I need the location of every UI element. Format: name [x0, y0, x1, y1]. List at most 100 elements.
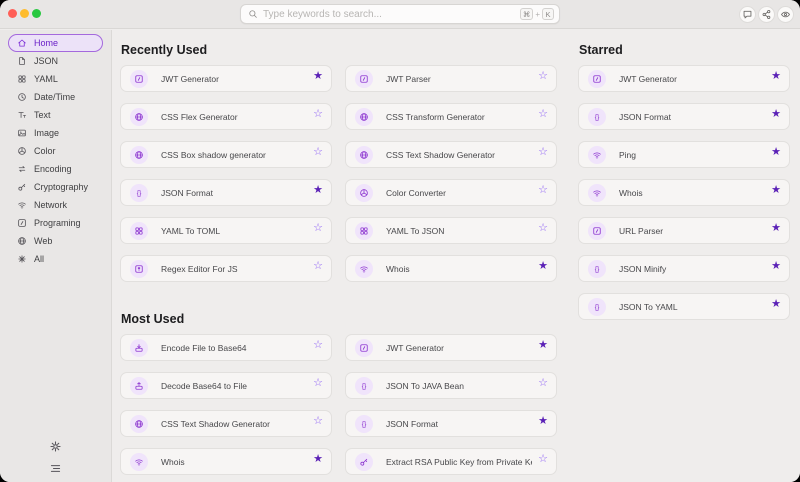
star-outline-toggle[interactable]: ☆	[313, 108, 323, 119]
star-outline-toggle[interactable]: ☆	[538, 146, 548, 157]
tool-card-css-flex-generator[interactable]: CSS Flex Generator ☆	[120, 103, 332, 130]
star-filled-toggle[interactable]: ★	[538, 339, 548, 350]
share-button[interactable]	[758, 6, 775, 23]
tool-card-whois[interactable]: Whois ★	[345, 255, 557, 282]
tool-card-jwt-parser[interactable]: JWT Parser ☆	[345, 65, 557, 92]
tool-card-ping[interactable]: Ping ★	[578, 141, 790, 168]
sidebar-item-color[interactable]: Color	[8, 142, 103, 160]
tool-card-yaml-to-toml[interactable]: YAML To TOML ☆	[120, 217, 332, 244]
tool-icon-badge	[355, 184, 373, 202]
tool-icon-badge	[130, 70, 148, 88]
tool-card-jwt-generator[interactable]: JWT Generator ★	[345, 334, 557, 361]
star-filled-toggle[interactable]: ★	[771, 146, 781, 157]
recently-used-grid: JWT Generator ★ CSS Flex Generator ☆ CSS	[120, 65, 557, 282]
wifi-icon	[134, 457, 144, 467]
star-filled-toggle[interactable]: ★	[313, 453, 323, 464]
menu-button[interactable]	[49, 462, 62, 475]
star-outline-toggle[interactable]: ☆	[313, 339, 323, 350]
tool-icon-badge	[130, 260, 148, 278]
star-outline-toggle[interactable]: ☆	[538, 453, 548, 464]
star-filled-toggle[interactable]: ★	[313, 70, 323, 81]
tool-card-jwt-generator[interactable]: JWT Generator ★	[578, 65, 790, 92]
star-outline-toggle[interactable]: ☆	[538, 222, 548, 233]
svg-text:{}: {}	[362, 383, 367, 390]
star-filled-toggle[interactable]: ★	[538, 415, 548, 426]
tool-icon-badge	[130, 453, 148, 471]
tool-card-css-text-shadow-generator[interactable]: CSS Text Shadow Generator ☆	[345, 141, 557, 168]
tool-icon-badge	[355, 70, 373, 88]
sidebar-item-text[interactable]: Text	[8, 106, 103, 124]
yaml-grid-icon	[359, 226, 369, 236]
sidebar-item-json[interactable]: JSON	[8, 52, 103, 70]
star-outline-toggle[interactable]: ☆	[313, 415, 323, 426]
sidebar-footer	[0, 440, 111, 482]
wifi-icon	[592, 188, 602, 198]
tool-card-json-minify[interactable]: {} JSON Minify ★	[578, 255, 790, 282]
star-outline-toggle[interactable]: ☆	[313, 222, 323, 233]
tool-card-extract-rsa-public-key-from-private-key[interactable]: Extract RSA Public Key from Private Key …	[345, 448, 557, 475]
feedback-button[interactable]	[739, 6, 756, 23]
tool-card-css-text-shadow-generator[interactable]: CSS Text Shadow Generator ☆	[120, 410, 332, 437]
tool-card-regex-editor-for-js[interactable]: Regex Editor For JS ☆	[120, 255, 332, 282]
star-filled-toggle[interactable]: ★	[313, 184, 323, 195]
sidebar-item-programing[interactable]: Programing	[8, 214, 103, 232]
tool-card-encode-file-to-base64[interactable]: Encode File to Base64 ☆	[120, 334, 332, 361]
sidebar-item-home[interactable]: Home	[8, 34, 103, 52]
tool-card-json-format[interactable]: {} JSON Format ★	[345, 410, 557, 437]
tool-card-decode-base64-to-file[interactable]: Decode Base64 to File ☆	[120, 372, 332, 399]
tool-card-whois[interactable]: Whois ★	[578, 179, 790, 206]
tool-card-jwt-generator[interactable]: JWT Generator ★	[120, 65, 332, 92]
tool-card-whois[interactable]: Whois ★	[120, 448, 332, 475]
tool-card-color-converter[interactable]: Color Converter ☆	[345, 179, 557, 206]
tool-card-json-format[interactable]: {} JSON Format ★	[120, 179, 332, 206]
zoom-button[interactable]	[32, 9, 41, 18]
sidebar-item-network[interactable]: Network	[8, 196, 103, 214]
tool-icon-badge: {}	[588, 298, 606, 316]
wifi-icon	[359, 264, 369, 274]
tool-icon-badge	[588, 146, 606, 164]
tool-card-css-transform-generator[interactable]: CSS Transform Generator ☆	[345, 103, 557, 130]
sidebar-item-date-time[interactable]: Date/Time	[8, 88, 103, 106]
wifi-icon	[592, 150, 602, 160]
sidebar-item-image[interactable]: Image	[8, 124, 103, 142]
sidebar-item-cryptography[interactable]: Cryptography	[8, 178, 103, 196]
svg-text:{}: {}	[137, 190, 142, 197]
search-bar[interactable]: ⌘ + K	[240, 4, 560, 24]
star-filled-toggle[interactable]: ★	[771, 184, 781, 195]
sidebar-item-all[interactable]: All	[8, 250, 103, 268]
tool-card-json-format[interactable]: {} JSON Format ★	[578, 103, 790, 130]
star-outline-toggle[interactable]: ☆	[538, 108, 548, 119]
css-globe-icon	[134, 419, 144, 429]
star-outline-toggle[interactable]: ☆	[538, 184, 548, 195]
close-button[interactable]	[8, 9, 17, 18]
tool-icon-badge	[355, 108, 373, 126]
tool-icon-badge	[130, 377, 148, 395]
tool-card-json-to-yaml[interactable]: {} JSON To YAML ★	[578, 293, 790, 320]
star-outline-toggle[interactable]: ☆	[538, 70, 548, 81]
tool-icon-badge	[355, 260, 373, 278]
tool-card-url-parser[interactable]: URL Parser ★	[578, 217, 790, 244]
sidebar-item-encoding[interactable]: Encoding	[8, 160, 103, 178]
svg-text:{}: {}	[595, 114, 600, 121]
visibility-button[interactable]	[777, 6, 794, 23]
star-outline-toggle[interactable]: ☆	[313, 377, 323, 388]
star-filled-toggle[interactable]: ★	[771, 298, 781, 309]
sidebar-item-yaml[interactable]: YAML	[8, 70, 103, 88]
settings-button[interactable]	[49, 440, 62, 453]
tool-card-yaml-to-json[interactable]: YAML To JSON ☆	[345, 217, 557, 244]
star-outline-toggle[interactable]: ☆	[313, 146, 323, 157]
minimize-button[interactable]	[20, 9, 29, 18]
search-input[interactable]	[263, 9, 520, 20]
sidebar-item-web[interactable]: Web	[8, 232, 103, 250]
titlebar: ⌘ + K	[0, 0, 800, 29]
star-filled-toggle[interactable]: ★	[538, 260, 548, 271]
star-outline-toggle[interactable]: ☆	[538, 377, 548, 388]
tool-card-css-box-shadow-generator[interactable]: CSS Box shadow generator ☆	[120, 141, 332, 168]
star-filled-toggle[interactable]: ★	[771, 260, 781, 271]
star-filled-toggle[interactable]: ★	[771, 108, 781, 119]
star-filled-toggle[interactable]: ★	[771, 222, 781, 233]
color-wheel-icon	[17, 146, 27, 156]
tool-card-json-to-java-bean[interactable]: {} JSON To JAVA Bean ☆	[345, 372, 557, 399]
star-outline-toggle[interactable]: ☆	[313, 260, 323, 271]
star-filled-toggle[interactable]: ★	[771, 70, 781, 81]
